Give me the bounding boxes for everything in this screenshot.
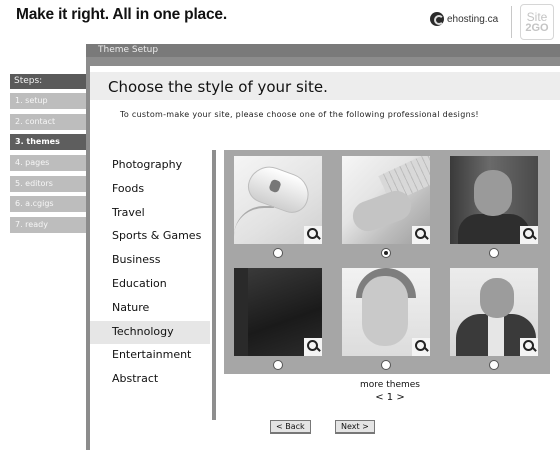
site2go-logo-line2: 2GO: [525, 21, 549, 34]
portrait-shirt: [488, 316, 504, 356]
more-themes-link[interactable]: more themes: [350, 380, 430, 390]
header-divider: [511, 6, 512, 38]
category-foods[interactable]: Foods: [90, 178, 210, 202]
theme-thumbnail-mouse[interactable]: [234, 156, 322, 244]
step-pages[interactable]: 4. pages: [10, 155, 90, 172]
category-list: Photography Foods Travel Sports & Games …: [90, 154, 210, 392]
page-navigator[interactable]: < 1 >: [350, 392, 430, 403]
brand-name: ehosting.ca: [447, 13, 499, 25]
portrait-head: [474, 170, 512, 216]
window-content: Choose the style of your site. To custom…: [90, 66, 560, 450]
step-editors[interactable]: 5. editors: [10, 175, 90, 192]
theme-setup-window: Theme Setup Choose the style of your sit…: [86, 44, 560, 450]
portrait-head: [480, 278, 514, 318]
dark-stripe: [234, 268, 248, 356]
theme-radio-4[interactable]: [273, 360, 283, 370]
category-education[interactable]: Education: [90, 273, 210, 297]
instructions-text: To custom-make your site, please choose …: [120, 110, 479, 119]
zoom-icon[interactable]: [412, 338, 430, 356]
zoom-icon[interactable]: [412, 226, 430, 244]
page-heading: Choose the style of your site.: [108, 78, 328, 96]
site2go-logo-line1: Site: [526, 9, 548, 24]
next-button[interactable]: Next >: [335, 420, 375, 434]
theme-grid: [224, 150, 550, 374]
theme-radio-5[interactable]: [381, 360, 391, 370]
mouse-cable: [234, 206, 274, 236]
theme-thumbnail-man[interactable]: [450, 156, 538, 244]
hand-shape: [348, 186, 416, 236]
zoom-icon[interactable]: [520, 338, 538, 356]
site2go-logo: Site 2GO: [520, 4, 554, 40]
window-title: Theme Setup: [86, 44, 560, 57]
step-ready[interactable]: 7. ready: [10, 217, 90, 234]
category-abstract[interactable]: Abstract: [90, 368, 210, 392]
category-sports-games[interactable]: Sports & Games: [90, 225, 210, 249]
category-travel[interactable]: Travel: [90, 202, 210, 226]
category-nature[interactable]: Nature: [90, 297, 210, 321]
back-button[interactable]: < Back: [270, 420, 311, 434]
ehosting-logo-icon: [430, 12, 444, 26]
portrait-face: [362, 276, 408, 346]
category-technology[interactable]: Technology: [90, 320, 210, 345]
category-entertainment[interactable]: Entertainment: [90, 344, 210, 368]
tagline: Make it right. All in one place.: [16, 6, 227, 23]
vertical-divider: [212, 150, 216, 420]
zoom-icon[interactable]: [520, 226, 538, 244]
category-photography[interactable]: Photography: [90, 154, 210, 178]
step-contact[interactable]: 2. contact: [10, 113, 90, 130]
theme-thumbnail-hands[interactable]: [342, 156, 430, 244]
theme-thumbnail-dark[interactable]: [234, 268, 322, 356]
theme-radio-1[interactable]: [273, 248, 283, 258]
steps-title: Steps:: [10, 74, 90, 89]
theme-thumbnail-phone-man[interactable]: [450, 268, 538, 356]
theme-radio-2[interactable]: [381, 248, 391, 258]
step-themes[interactable]: 3. themes: [10, 134, 90, 151]
category-business[interactable]: Business: [90, 249, 210, 273]
theme-radio-3[interactable]: [489, 248, 499, 258]
steps-sidebar: Steps: 1. setup 2. contact 3. themes 4. …: [10, 74, 90, 238]
theme-thumbnail-woman[interactable]: [342, 268, 430, 356]
zoom-icon[interactable]: [304, 226, 322, 244]
theme-radio-6[interactable]: [489, 360, 499, 370]
zoom-icon[interactable]: [304, 338, 322, 356]
step-6[interactable]: 6. a.cgigs: [10, 196, 90, 213]
step-setup[interactable]: 1. setup: [10, 93, 90, 109]
ehosting-brand[interactable]: ehosting.ca: [430, 12, 498, 26]
